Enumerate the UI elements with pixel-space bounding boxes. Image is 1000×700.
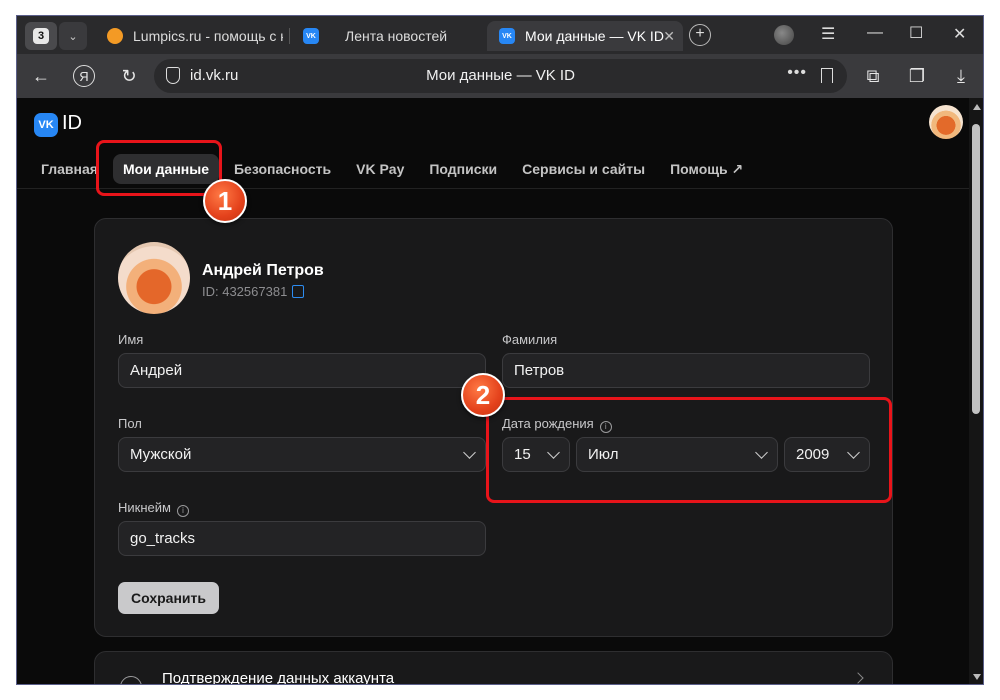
browser-toolbar: ← Я ↻ id.vk.ru Мои данные — VK ID ••• ⧉ … xyxy=(17,54,983,98)
address-bar[interactable]: id.vk.ru Мои данные — VK ID ••• xyxy=(154,59,847,93)
last-name-label: Фамилия xyxy=(502,332,558,347)
download-icon[interactable]: ⤓ xyxy=(949,64,973,88)
first-name-label: Имя xyxy=(118,332,144,347)
profile-name: Андрей Петров xyxy=(202,262,324,279)
scroll-down-arrow-icon[interactable] xyxy=(973,674,981,680)
new-tab-button[interactable]: + xyxy=(689,24,711,46)
profile-avatar[interactable] xyxy=(118,242,190,314)
vk-favicon-icon: VK xyxy=(303,28,319,44)
tab-strip: 3 ⌄ Lumpics.ru - помощь с ко VK Лента но… xyxy=(17,16,983,54)
menu-icon[interactable]: ☰ xyxy=(821,24,835,44)
tab-count: 3 xyxy=(33,28,49,44)
back-arrow-icon[interactable]: ← xyxy=(29,64,53,88)
info-icon[interactable]: i xyxy=(176,505,189,517)
gender-select[interactable]: Мужской xyxy=(118,437,486,472)
tab-label: Мои данные — VK ID xyxy=(525,28,664,44)
annotation-highlight-1 xyxy=(96,140,222,196)
nav-help[interactable]: Помощь ↗ xyxy=(660,154,753,185)
annotation-highlight-2 xyxy=(486,397,892,503)
tab-separator xyxy=(289,28,290,44)
chevron-down-icon xyxy=(463,445,476,459)
url-page-title: Мои данные — VK ID xyxy=(426,67,575,84)
close-window-icon[interactable]: ✕ xyxy=(953,24,966,44)
browser-profile-icon[interactable] xyxy=(774,25,794,45)
tab-lumpics[interactable]: Lumpics.ru - помощь с ко xyxy=(95,21,283,51)
annotation-badge-1: 1 xyxy=(203,179,247,223)
account-verification-card[interactable]: Подтверждение данных аккаунта xyxy=(94,651,893,685)
chevron-right-icon xyxy=(852,672,864,684)
chevron-down-icon: ⌄ xyxy=(68,30,78,43)
nav-vk-pay[interactable]: VK Pay xyxy=(346,154,414,184)
scroll-up-arrow-icon[interactable] xyxy=(973,104,981,110)
collections-icon[interactable]: ❐ xyxy=(905,64,929,88)
nickname-field[interactable]: go_tracks xyxy=(118,521,486,556)
browser-window: 3 ⌄ Lumpics.ru - помощь с ко VK Лента но… xyxy=(16,15,984,685)
vk-logo-icon[interactable]: VK xyxy=(34,113,58,137)
nav-subscriptions[interactable]: Подписки xyxy=(419,154,507,184)
tab-counter-button[interactable]: 3 xyxy=(25,22,57,50)
more-dots-icon[interactable]: ••• xyxy=(787,64,807,82)
tab-label: Лента новостей xyxy=(345,28,448,44)
close-icon[interactable]: ✕ xyxy=(663,28,675,45)
tab-my-data[interactable]: VK Мои данные — VK ID ✕ xyxy=(487,21,683,51)
verification-icon xyxy=(120,676,142,684)
tab-news-feed[interactable]: VK Лента новостей xyxy=(291,21,481,51)
vk-favicon-icon: VK xyxy=(499,28,515,44)
user-avatar-top[interactable] xyxy=(929,105,963,139)
page-scrollbar[interactable] xyxy=(969,98,983,684)
yandex-icon[interactable]: Я xyxy=(73,65,95,87)
tab-label: Lumpics.ru - помощь с ко xyxy=(133,28,283,44)
tabs-dropdown-button[interactable]: ⌄ xyxy=(59,22,87,50)
bookmark-icon[interactable] xyxy=(821,68,833,83)
nickname-label: Никнейм i xyxy=(118,500,189,517)
extensions-icon[interactable]: ⧉ xyxy=(861,64,885,88)
gender-label: Пол xyxy=(118,416,142,431)
minimize-icon[interactable]: — xyxy=(867,24,883,42)
save-button[interactable]: Сохранить xyxy=(118,582,219,614)
account-verification-title: Подтверждение данных аккаунта xyxy=(162,670,395,685)
annotation-badge-2: 2 xyxy=(461,373,505,417)
first-name-field[interactable]: Андрей xyxy=(118,353,486,388)
profile-id: ID: 432567381 xyxy=(202,284,288,299)
maximize-icon[interactable]: ☐ xyxy=(909,23,923,43)
nav-security[interactable]: Безопасность xyxy=(224,154,341,184)
nav-services[interactable]: Сервисы и сайты xyxy=(512,154,655,184)
vk-id-title: ID xyxy=(62,112,82,134)
scrollbar-thumb[interactable] xyxy=(972,124,980,414)
lumpics-favicon-icon xyxy=(107,28,123,44)
last-name-field[interactable]: Петров xyxy=(502,353,870,388)
copy-icon[interactable] xyxy=(292,285,304,298)
reload-icon[interactable]: ↻ xyxy=(117,64,141,88)
